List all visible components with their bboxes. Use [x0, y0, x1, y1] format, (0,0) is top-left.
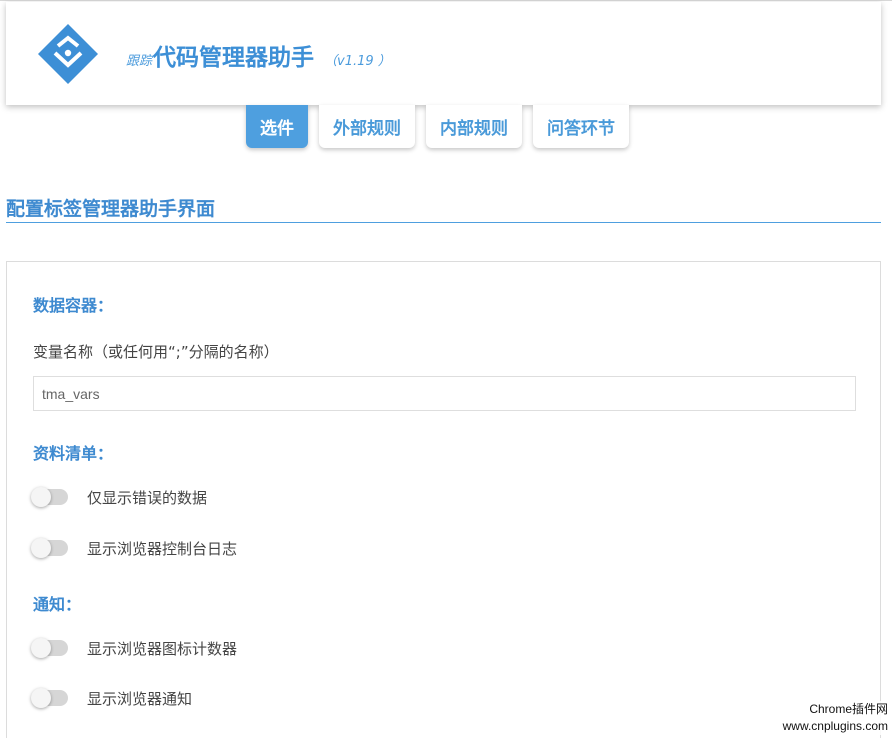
watermark-line-1: Chrome插件网	[809, 702, 888, 716]
toggle-row-console-log: 显示浏览器控制台日志	[31, 536, 238, 560]
tab-qa[interactable]: 问答环节	[533, 105, 629, 148]
app-header: 跟踪 代码管理器助手 （v1.19 ）	[6, 2, 881, 105]
toggle-row-icon-counter: 显示浏览器图标计数器	[31, 636, 238, 660]
site-watermark: Chrome插件网 www.cnplugins.com	[766, 701, 888, 735]
browser-notify-toggle[interactable]	[31, 688, 68, 708]
diamond-chevron-logo-icon	[38, 24, 98, 84]
errors-only-toggle[interactable]	[31, 487, 68, 507]
app-version: （v1.19 ）	[324, 54, 391, 69]
toggle-knob	[31, 638, 51, 658]
toggle-row-browser-notify: 显示浏览器通知	[31, 686, 193, 710]
watermark-line-2: www.cnplugins.com	[782, 719, 888, 733]
console-log-toggle[interactable]	[31, 538, 68, 558]
data-container-title: 数据容器：	[33, 296, 114, 315]
browser-notify-label: 显示浏览器通知	[87, 689, 193, 708]
tab-internal-rules[interactable]: 内部规则	[426, 105, 522, 148]
section-divider	[6, 222, 881, 223]
app-title: 跟踪 代码管理器助手 （v1.19 ）	[126, 38, 391, 72]
toggle-row-errors-only: 仅显示错误的数据	[31, 485, 208, 509]
settings-panel: 数据容器： 变量名称（或任何用“;”分隔的名称） 资料清单： 仅显示错误的数据 …	[6, 261, 881, 738]
tab-external-rules[interactable]: 外部规则	[319, 105, 415, 148]
toggle-knob	[31, 688, 51, 708]
tab-options[interactable]: 选件	[246, 105, 308, 148]
icon-counter-toggle[interactable]	[31, 638, 68, 658]
tab-bar: 选件 外部规则 内部规则 问答环节	[246, 105, 629, 149]
app-title-main: 代码管理器助手	[153, 45, 315, 71]
toggle-knob	[31, 538, 51, 558]
top-border	[0, 0, 892, 1]
console-log-label: 显示浏览器控制台日志	[87, 539, 238, 558]
notifications-title: 通知：	[33, 595, 82, 614]
toggle-knob	[31, 487, 51, 507]
options-page: 跟踪 代码管理器助手 （v1.19 ） 选件 外部规则 内部规则 问答环节 配置…	[0, 0, 892, 738]
data-list-title: 资料清单：	[33, 444, 114, 463]
icon-counter-label: 显示浏览器图标计数器	[87, 639, 238, 658]
section-title: 配置标签管理器助手界面	[6, 198, 216, 220]
app-title-prefix: 跟踪	[126, 54, 153, 69]
variable-name-label: 变量名称（或任何用“;”分隔的名称）	[33, 343, 279, 361]
errors-only-label: 仅显示错误的数据	[87, 488, 208, 507]
variable-name-input[interactable]	[33, 376, 856, 411]
